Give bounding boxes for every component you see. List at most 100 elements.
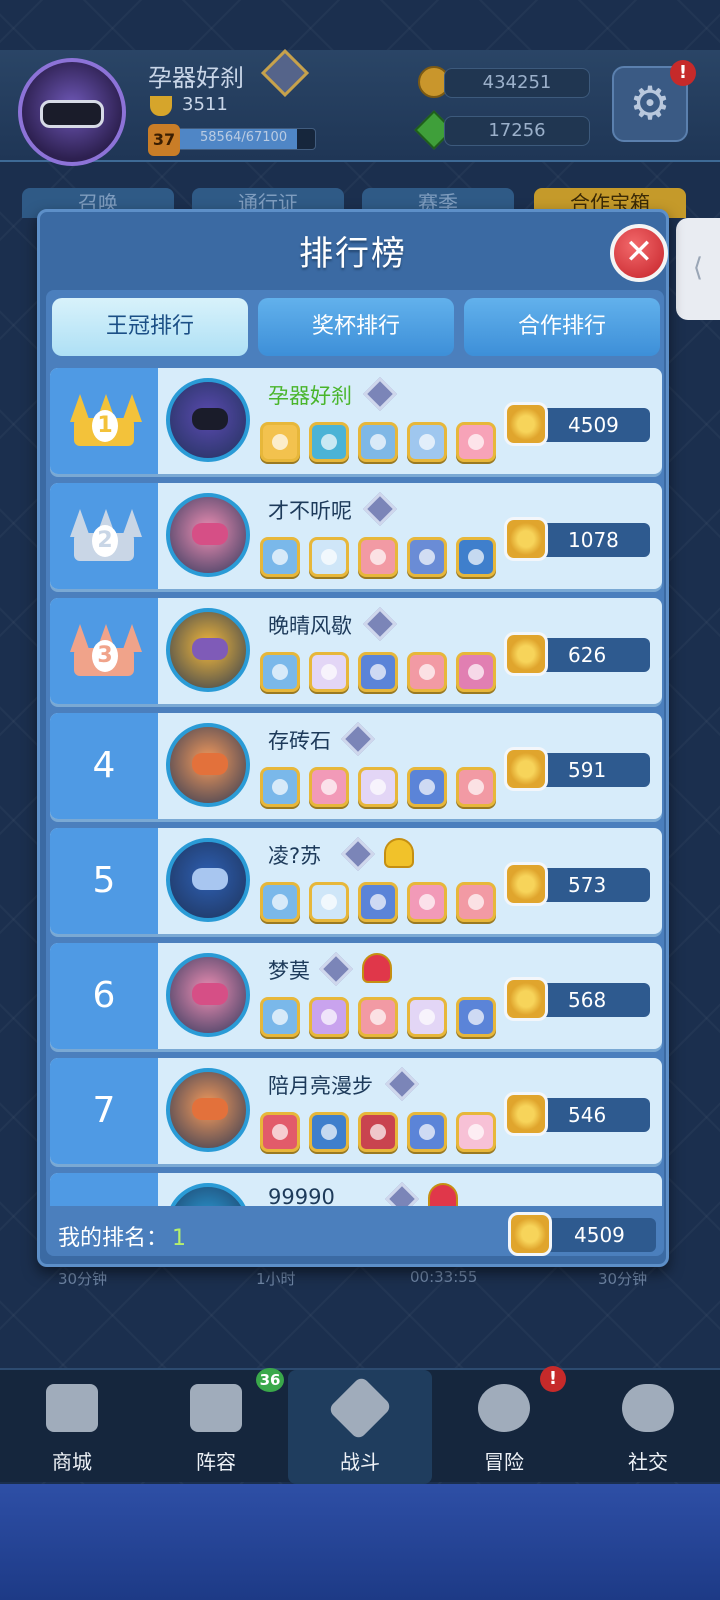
season-badge-icon [384,838,414,868]
rank-number: 4 [92,745,116,786]
crown-icon: 1 [68,388,142,448]
tab-crown-ranking[interactable]: 王冠排行 [52,298,248,356]
unit-card-icon [358,882,398,922]
rank-tier-badge-icon [363,492,397,526]
adventure-alert-badge: ! [540,1366,566,1392]
leaderboard-row[interactable]: 6 梦莫 568 [50,943,662,1049]
player-name: 存砖石 [268,729,331,753]
rank-number: 2 [92,525,118,557]
player-avatar-icon[interactable] [166,953,250,1037]
avatar-face [192,523,228,545]
leaderboard-row[interactable]: 1 孕器好刹 4509 [50,368,662,474]
rank-number: 6 [92,975,116,1016]
player-name: 99990 [268,1185,335,1206]
unit-card-icon [456,767,496,807]
player-name: 梦莫 [268,959,310,983]
rank-tier-badge-icon [385,1067,419,1101]
leaderboard-row[interactable]: 7 陪月亮漫步 546 [50,1058,662,1164]
avatar-face [192,868,228,890]
leaderboard-row[interactable]: 5 凌?苏 573 [50,828,662,934]
leaderboard-row[interactable]: 3 晚晴风歇 626 [50,598,662,704]
leaderboard-row[interactable]: 8 99990 [50,1173,662,1206]
player-avatar-icon[interactable] [166,608,250,692]
season-badge-icon [362,953,392,983]
rank-tier-badge-icon [341,722,375,756]
player-name: 孕器好刹 [148,64,244,92]
rank-tier-badge-icon [341,837,375,871]
player-avatar-icon[interactable] [166,1068,250,1152]
unit-card-icon [456,422,496,462]
nav-shop-label: 商城 [52,1450,92,1474]
unit-card-icon [358,652,398,692]
unit-card-icon [358,997,398,1037]
player-avatar-icon[interactable] [166,838,250,922]
unit-card-icon [260,652,300,692]
crown-trophy-icon [504,402,548,446]
unit-card-icon [456,1112,496,1152]
tab-coop-ranking[interactable]: 合作排行 [464,298,660,356]
nav-lineup-label: 阵容 [196,1450,236,1474]
chat-bubble-icon [622,1384,674,1432]
nav-lineup[interactable]: 阵容 36 [144,1368,288,1484]
unit-card-icon [456,537,496,577]
rank-number: 7 [92,1090,116,1131]
crown-trophy-icon [504,862,548,906]
gold-amount: 434251 [444,68,590,98]
unit-card-icon [309,422,349,462]
unit-card-icon [407,652,447,692]
player-avatar[interactable] [18,58,126,166]
player-trophies: 3511 [182,94,228,115]
crown-trophy-icon [508,1212,552,1256]
tab-trophy-ranking[interactable]: 奖杯排行 [258,298,454,356]
my-rank-label-text: 我的排名： [58,1226,169,1251]
leaderboard-row[interactable]: 4 存砖石 591 [50,713,662,819]
crown-icon: 3 [68,618,142,678]
gear-icon: ⚙ [629,76,671,130]
player-name: 陪月亮漫步 [268,1074,373,1098]
player-avatar-icon[interactable] [166,493,250,577]
nav-battle-label: 战斗 [340,1450,380,1474]
unit-card-icon [309,997,349,1037]
timer-4: 30分钟 [598,1270,648,1288]
unit-card-icon [407,422,447,462]
xp-text: 58564/67100 [200,130,288,145]
avatar-face [192,408,228,430]
unit-card-icon [407,997,447,1037]
timer-1: 30分钟 [58,1270,108,1288]
nav-adventure-label: 冒险 [484,1450,524,1474]
dice-icon [190,1384,242,1432]
rank-tier-badge-icon [385,1182,419,1206]
player-avatar-icon[interactable] [166,1183,250,1206]
player-name: 才不听呢 [268,499,352,523]
close-button[interactable]: ✕ [610,224,668,282]
avatar-face [192,983,228,1005]
crown-trophy-icon [504,977,548,1021]
unit-card-icon [456,652,496,692]
nav-shop[interactable]: 商城 [0,1370,144,1484]
unit-card-icon [260,422,300,462]
lineup-count-badge: 36 [256,1368,284,1392]
rank-tier-badge-icon [319,952,353,986]
player-name: 孕器好刹 [268,384,352,408]
nav-battle[interactable]: 战斗 [288,1370,432,1484]
floor-decoration [0,1484,720,1600]
my-rank-label: 我的排名： 1 [58,1220,186,1252]
player-avatar-icon[interactable] [166,378,250,462]
unit-card-icon [358,422,398,462]
planet-icon [478,1384,530,1432]
unit-card-icon [309,767,349,807]
close-icon: ✕ [624,232,654,272]
unit-card-icon [260,997,300,1037]
side-drawer-handle[interactable]: ⟨ [676,218,720,320]
unit-card-icon [309,882,349,922]
player-avatar-icon[interactable] [166,723,250,807]
unit-card-icon [407,1112,447,1152]
player-name: 凌?苏 [268,844,322,868]
my-rank-footer: 我的排名： 1 4509 [50,1210,662,1258]
avatar-face [192,1098,228,1120]
unit-card-icon [309,652,349,692]
leaderboard-row[interactable]: 2 才不听呢 1078 [50,483,662,589]
nav-social[interactable]: 社交 [576,1370,720,1484]
nav-adventure[interactable]: 冒险 ! [432,1366,576,1484]
ranking-list[interactable]: 1 孕器好刹 4509 2 才不听呢 1078 3 晚晴风歇 626 4 存砖石 591 5 凌?苏 573… [50,368,662,1206]
